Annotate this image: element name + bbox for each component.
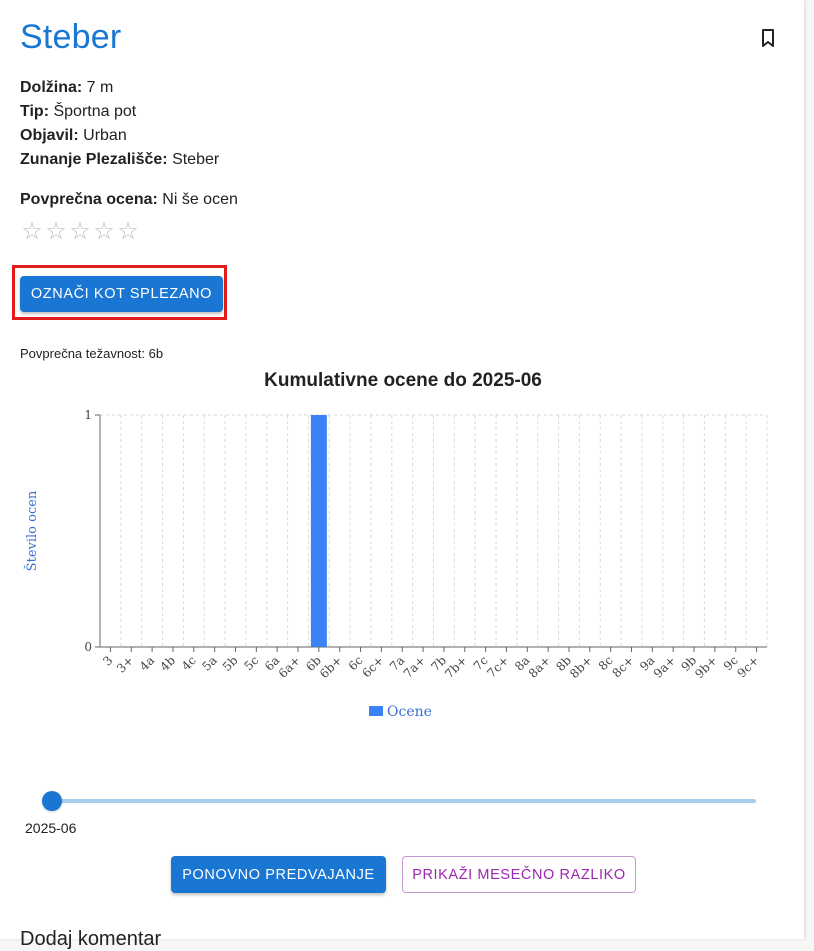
star-rating[interactable]: ☆ ☆ ☆ ☆ ☆: [20, 219, 140, 245]
info-type: Tip: Športna pot: [20, 100, 136, 124]
average-difficulty: Povprečna težavnost: 6b: [20, 346, 164, 361]
info-crag: Zunanje Plezališče: Steber: [20, 148, 219, 172]
average-rating-value: Ni še ocen: [162, 191, 238, 208]
bar: [310, 415, 327, 647]
star-icon[interactable]: ☆: [116, 219, 140, 245]
x-tick-label: 9a+: [651, 653, 678, 680]
x-tick-label: 6c+: [359, 653, 386, 680]
bookmark-icon[interactable]: [758, 28, 778, 48]
info-type-label: Tip:: [20, 103, 50, 120]
month-slider-track[interactable]: [52, 799, 756, 803]
x-tick-label: 5a: [199, 653, 219, 673]
monthly-diff-button[interactable]: PRIKAŽI MESEČNO RAZLIKO: [402, 856, 636, 893]
route-title: Steber: [20, 18, 122, 56]
x-tick-label: 5c: [241, 653, 261, 673]
month-slider-thumb[interactable]: [42, 791, 62, 811]
grades-chart: 0133+ 4a 4b 4c 5a 5b 5c 6a6a+ 6b6b+ 6c6c+ 7a7a+ 7b7…: [23, 408, 768, 720]
x-tick-label: 6a+: [276, 653, 303, 680]
legend-swatch: [369, 706, 383, 716]
info-length: Dolžina: 7 m: [20, 76, 113, 100]
x-tick-label: 6b+: [317, 653, 345, 681]
info-crag-value: Steber: [172, 151, 220, 168]
y-axis-label: Število ocen: [23, 490, 40, 571]
x-tick-label: 4a: [137, 653, 157, 673]
info-length-label: Dolžina:: [20, 79, 83, 96]
x-tick-label: 3+: [114, 653, 136, 675]
info-author-label: Objavil:: [20, 127, 79, 144]
info-length-value: 7 m: [86, 79, 114, 96]
x-tick-label: 4b: [157, 653, 178, 674]
x-tick-label: 8b+: [567, 653, 595, 681]
info-author: Objavil: Urban: [20, 124, 127, 148]
legend-label: Ocene: [387, 704, 432, 720]
info-type-value: Športna pot: [53, 103, 137, 120]
x-tick-label: 4c: [179, 653, 199, 673]
star-icon[interactable]: ☆: [44, 219, 68, 245]
mark-climbed-button[interactable]: OZNAČI KOT SPLEZANO: [20, 276, 223, 312]
info-crag-label: Zunanje Plezališče:: [20, 151, 168, 168]
y-tick-label: 0: [84, 640, 92, 654]
x-tick-label: 7a+: [401, 653, 428, 680]
x-tick-label: 5b: [220, 653, 241, 674]
add-comment-heading: Dodaj komentar: [20, 928, 162, 950]
month-slider-label: 2025-06: [25, 820, 77, 836]
chart-title: Kumulativne ocene do 2025-06: [264, 370, 542, 391]
replay-button[interactable]: PONOVNO PREDVAJANJE: [171, 856, 386, 893]
x-tick-label: 9b+: [692, 653, 720, 681]
x-tick-label: 7c+: [484, 653, 511, 680]
y-tick-label: 1: [84, 408, 92, 422]
route-card: Steber Dolžina: 7 m Tip: Športna pot Obj…: [0, 0, 804, 950]
star-icon[interactable]: ☆: [20, 219, 44, 245]
info-author-value: Urban: [83, 127, 127, 144]
average-rating-label: Povprečna ocena:: [20, 191, 158, 208]
x-tick-label: 8a+: [526, 653, 553, 680]
x-tick-label: 7b+: [442, 653, 470, 681]
x-tick-label: 8c+: [609, 653, 636, 680]
average-rating: Povprečna ocena: Ni še ocen: [20, 188, 238, 212]
star-icon[interactable]: ☆: [68, 219, 92, 245]
x-tick-label: 9c+: [735, 653, 762, 680]
star-icon[interactable]: ☆: [92, 219, 116, 245]
